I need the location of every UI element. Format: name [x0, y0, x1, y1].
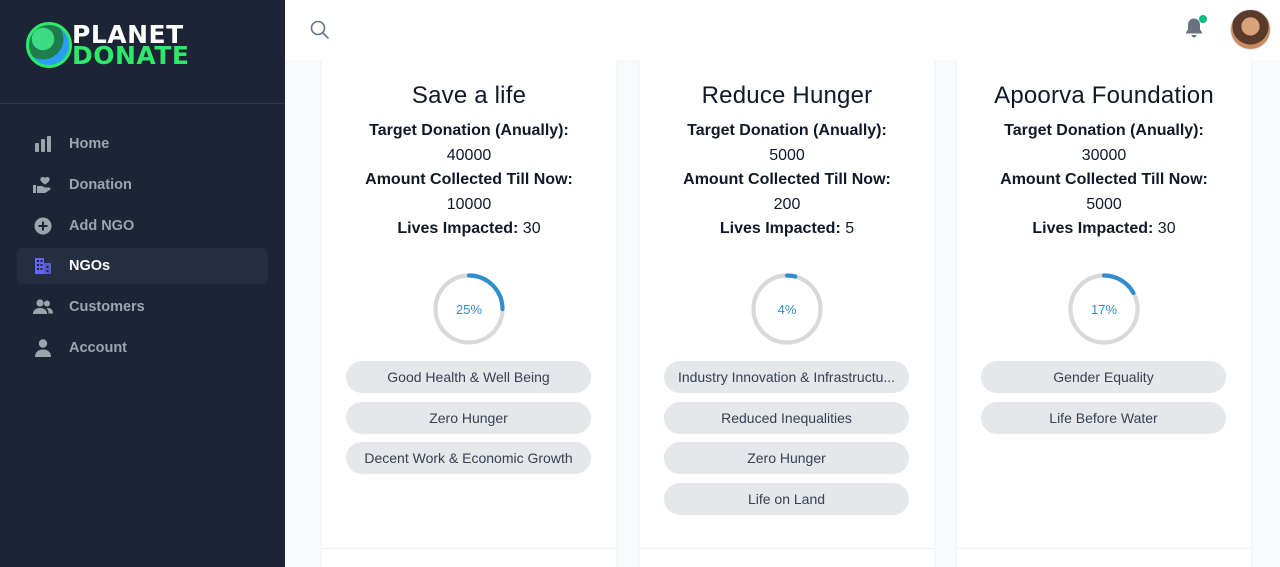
hand-heart-icon — [33, 175, 53, 195]
tag-list: Industry Innovation & Infrastructu... Re… — [664, 361, 909, 524]
search-icon[interactable] — [309, 19, 331, 41]
ngo-card: Save a life Target Donation (Anually): 4… — [322, 60, 616, 567]
lives-label: Lives Impacted: — [397, 220, 519, 237]
brand-line2: DONATE — [72, 41, 190, 70]
brand-logo[interactable]: PLANET DONATE — [26, 22, 189, 68]
card-divider — [957, 548, 1251, 549]
sdg-tag[interactable]: Decent Work & Economic Growth — [346, 442, 591, 475]
sidebar-item-label: Account — [69, 339, 127, 356]
sdg-tag[interactable]: Zero Hunger — [664, 442, 909, 475]
lives-value: 5 — [845, 220, 855, 237]
ngo-card: Reduce Hunger Target Donation (Anually):… — [640, 60, 934, 567]
lives-label: Lives Impacted: — [1032, 220, 1154, 237]
sidebar-item-donation[interactable]: Donation — [17, 167, 268, 203]
collected-label: Amount Collected Till Now: — [365, 171, 573, 188]
sidebar-item-label: Home — [69, 136, 110, 152]
sidebar-divider — [0, 103, 285, 104]
sidebar-item-add-ngo[interactable]: Add NGO — [17, 208, 268, 244]
progress-ring: 25% — [432, 272, 506, 346]
sidebar-item-account[interactable]: Account — [17, 330, 268, 366]
globe-logo-icon — [26, 22, 72, 68]
sdg-tag[interactable]: Gender Equality — [981, 361, 1226, 393]
sidebar-item-label: Donation — [69, 176, 132, 193]
lives-value: 30 — [1157, 220, 1176, 237]
collected-label: Amount Collected Till Now: — [1000, 171, 1208, 188]
progress-label: 4% — [777, 301, 797, 317]
tag-list: Good Health & Well Being Zero Hunger Dec… — [346, 361, 591, 483]
ngo-card: Apoorva Foundation Target Donation (Anua… — [957, 60, 1251, 567]
sidebar-item-label: Customers — [69, 299, 145, 316]
bar-chart-icon — [33, 134, 53, 154]
bell-icon[interactable] — [1184, 15, 1208, 41]
target-value: 5000 — [769, 146, 805, 164]
sidebar: PLANET DONATE Home Donation Add NGO NGOs… — [0, 0, 285, 567]
sdg-tag[interactable]: Life on Land — [664, 483, 909, 516]
plus-circle-icon — [33, 216, 53, 236]
card-title: Reduce Hunger — [701, 82, 873, 109]
card-divider — [640, 548, 934, 549]
sdg-tag[interactable]: Zero Hunger — [346, 401, 591, 434]
sdg-tag[interactable]: Industry Innovation & Infrastructu... — [664, 361, 909, 393]
progress-ring: 4% — [750, 272, 824, 346]
progress-label: 25% — [455, 301, 483, 317]
card-info: Target Donation (Anually): 5000 Amount C… — [640, 119, 934, 242]
notification-badge — [1199, 15, 1207, 23]
card-info: Target Donation (Anually): 40000 Amount … — [322, 119, 616, 242]
tag-list: Gender Equality Life Before Water — [981, 361, 1226, 442]
collected-label: Amount Collected Till Now: — [683, 171, 891, 188]
sidebar-item-home[interactable]: Home — [17, 126, 268, 162]
lives-value: 30 — [522, 220, 541, 237]
card-title: Apoorva Foundation — [994, 82, 1214, 109]
sidebar-item-ngos[interactable]: NGOs — [17, 248, 268, 285]
lives-label: Lives Impacted: — [719, 220, 841, 237]
building-icon — [33, 256, 53, 276]
collected-value: 5000 — [1086, 195, 1122, 213]
target-label: Target Donation (Anually): — [1004, 122, 1204, 139]
progress-ring: 17% — [1067, 272, 1141, 346]
collected-value: 10000 — [446, 195, 492, 213]
sdg-tag[interactable]: Good Health & Well Being — [346, 361, 591, 393]
users-icon — [33, 297, 53, 317]
sidebar-item-label: Add NGO — [69, 217, 135, 234]
card-title: Save a life — [411, 82, 527, 109]
sdg-tag[interactable]: Reduced Inequalities — [664, 401, 909, 434]
sdg-tag[interactable]: Life Before Water — [981, 401, 1226, 434]
target-label: Target Donation (Anually): — [687, 122, 887, 139]
sidebar-item-customers[interactable]: Customers — [17, 289, 268, 325]
card-info: Target Donation (Anually): 30000 Amount … — [957, 119, 1251, 242]
topbar — [285, 0, 1280, 60]
target-value: 30000 — [1081, 146, 1127, 164]
progress-label: 17% — [1090, 301, 1118, 317]
card-divider — [322, 548, 616, 549]
sidebar-item-label: NGOs — [69, 258, 111, 275]
brand-wordmark: PLANET DONATE — [72, 22, 190, 70]
collected-value: 200 — [773, 195, 801, 213]
target-label: Target Donation (Anually): — [369, 122, 569, 139]
user-icon — [33, 338, 53, 358]
avatar[interactable] — [1230, 9, 1271, 50]
target-value: 40000 — [446, 146, 492, 164]
sidebar-nav: Home Donation Add NGO NGOs Customers Acc… — [17, 126, 268, 371]
